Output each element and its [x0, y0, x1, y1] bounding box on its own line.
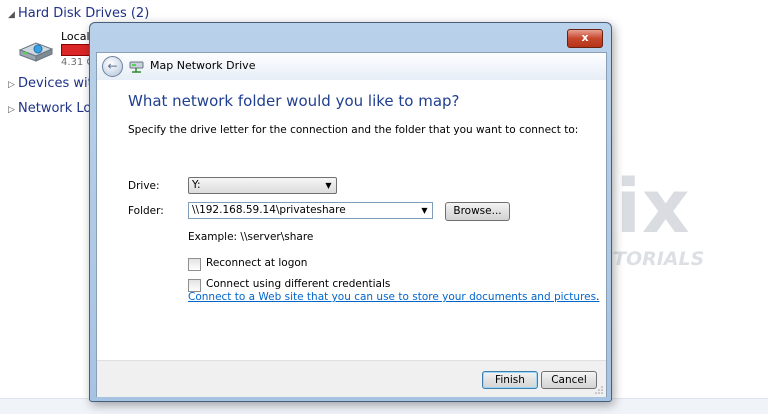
hard-disk-drives-header[interactable]: ◢ Hard Disk Drives (2) [8, 5, 149, 23]
devices-header[interactable]: ▷ Devices with [8, 75, 101, 93]
folder-example: Example: \\server\share [188, 231, 314, 243]
checkbox-box[interactable] [188, 258, 201, 271]
expand-arrow-icon[interactable]: ▷ [8, 76, 18, 94]
link-suffix: . [596, 291, 600, 303]
map-network-drive-dialog: x ← Map Network Drive What network folde… [89, 22, 612, 402]
reconnect-label[interactable]: Reconnect at logon [206, 257, 307, 269]
network-drive-icon [129, 61, 144, 73]
cancel-button[interactable]: Cancel [541, 371, 597, 389]
credentials-label[interactable]: Connect using different credentials [206, 278, 390, 290]
chevron-down-icon[interactable]: ▼ [321, 178, 336, 193]
web-site-link[interactable]: Connect to a Web site that you can use t… [188, 291, 596, 303]
drive-select[interactable]: Y: ▼ [188, 177, 337, 194]
back-arrow-icon[interactable]: ← [102, 56, 123, 77]
collapse-arrow-icon[interactable]: ◢ [8, 6, 18, 24]
close-button[interactable]: x [567, 29, 603, 48]
dialog-title: Map Network Drive [150, 59, 256, 72]
browse-button[interactable]: Browse... [445, 202, 510, 221]
hard-drive-icon[interactable] [18, 40, 54, 62]
folder-label: Folder: [128, 205, 164, 217]
web-site-link-row: Connect to a Web site that you can use t… [188, 291, 599, 303]
dialog-heading: What network folder would you like to ma… [128, 92, 460, 110]
dialog-footer: Finish Cancel [97, 360, 606, 397]
finish-button[interactable]: Finish [482, 371, 538, 389]
expand-arrow-icon[interactable]: ▷ [8, 101, 18, 119]
network-location-header[interactable]: ▷ Network Loc [8, 100, 99, 118]
chevron-down-icon[interactable]: ▼ [417, 203, 432, 218]
dialog-client-area: ← Map Network Drive What network folder … [96, 52, 607, 397]
hard-disk-header-label: Hard Disk Drives (2) [18, 6, 150, 21]
network-header-label: Network Loc [18, 101, 99, 116]
folder-input[interactable]: \\192.168.59.14\privateshare ▼ [188, 202, 433, 219]
folder-input-value: \\192.168.59.14\privateshare [192, 204, 346, 216]
drive-label: Drive: [128, 180, 160, 192]
dialog-nav-bar: ← Map Network Drive [97, 53, 606, 80]
drive-select-value: Y: [192, 179, 201, 191]
instruction-text: Specify the drive letter for the connect… [128, 124, 579, 136]
resize-grip-icon[interactable] [594, 385, 604, 395]
